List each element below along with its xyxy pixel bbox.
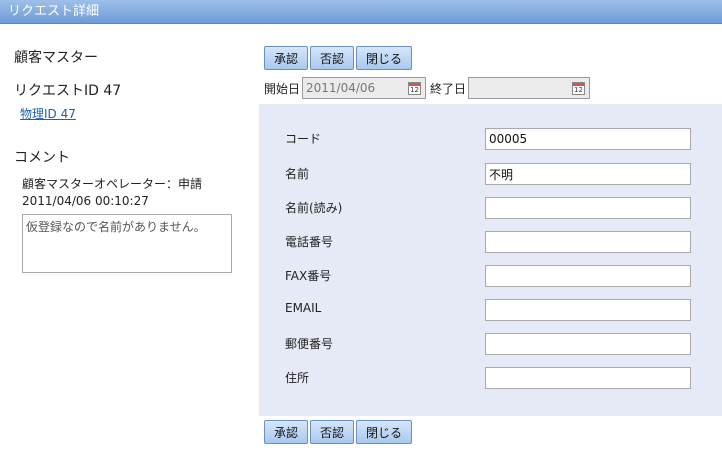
window-title: リクエスト詳細 (8, 4, 100, 19)
address-input[interactable] (485, 367, 691, 389)
bottom-action-bar: 承認 否認 閉じる (264, 420, 413, 444)
address-label: 住所 (285, 371, 310, 385)
fax-label: FAX番号 (285, 269, 332, 283)
end-date-field[interactable] (468, 77, 591, 99)
field-fax: FAX番号 (259, 261, 722, 291)
field-name: 名前 (259, 159, 722, 189)
request-sidebar: 顧客マスター リクエストID 47 物理ID 47 コメント 顧客マスターオペレ… (0, 24, 260, 455)
request-id: リクエストID 47 (14, 83, 122, 99)
field-postal: 郵便番号 (259, 329, 722, 359)
close-button[interactable]: 閉じる (356, 46, 413, 70)
calendar-icon[interactable] (408, 82, 422, 95)
top-action-bar: 承認 否認 閉じる (264, 46, 413, 70)
field-code: コード (259, 124, 722, 154)
comment-textarea[interactable]: 仮登録なので名前がありません。 (22, 214, 232, 273)
comment-heading: コメント (14, 150, 70, 166)
close-button[interactable]: 閉じる (356, 420, 413, 444)
approve-button[interactable]: 承認 (264, 46, 309, 70)
reject-button[interactable]: 否認 (310, 420, 355, 444)
comment-timestamp: 2011/04/06 00:10:27 (22, 194, 149, 208)
window-title-bar: リクエスト詳細 (0, 0, 722, 24)
code-input[interactable] (485, 128, 691, 150)
phone-label: 電話番号 (285, 235, 334, 249)
postal-label: 郵便番号 (285, 337, 334, 351)
app-name: 顧客マスター (14, 50, 98, 66)
field-address: 住所 (259, 363, 722, 393)
code-label: コード (285, 132, 322, 146)
start-date-field[interactable] (302, 77, 427, 99)
phone-input[interactable] (485, 231, 691, 253)
comment-author: 顧客マスターオペレーター：申請 (22, 177, 203, 191)
reject-button[interactable]: 否認 (310, 46, 355, 70)
approve-button[interactable]: 承認 (264, 420, 309, 444)
calendar-icon[interactable] (572, 82, 586, 95)
customer-form: コード 名前 名前(読み) 電話番号 FAX番号 EMAIL 郵便番号 住所 (259, 104, 722, 416)
start-date-input[interactable] (303, 78, 426, 98)
fax-input[interactable] (485, 265, 691, 287)
field-email: EMAIL (259, 295, 722, 325)
field-phone: 電話番号 (259, 227, 722, 257)
name-reading-label: 名前(読み) (285, 201, 343, 215)
end-date-input[interactable] (469, 78, 590, 98)
end-date-label: 終了日 (430, 81, 467, 96)
name-reading-input[interactable] (485, 197, 691, 219)
physical-id-link[interactable]: 物理ID 47 (20, 105, 76, 122)
postal-input[interactable] (485, 333, 691, 355)
field-name-reading: 名前(読み) (259, 193, 722, 223)
email-label: EMAIL (285, 301, 322, 315)
name-input[interactable] (485, 163, 691, 185)
start-date-label: 開始日 (264, 81, 301, 96)
name-label: 名前 (285, 167, 310, 181)
email-input[interactable] (485, 299, 691, 321)
date-range: 開始日 終了日 (264, 76, 591, 100)
